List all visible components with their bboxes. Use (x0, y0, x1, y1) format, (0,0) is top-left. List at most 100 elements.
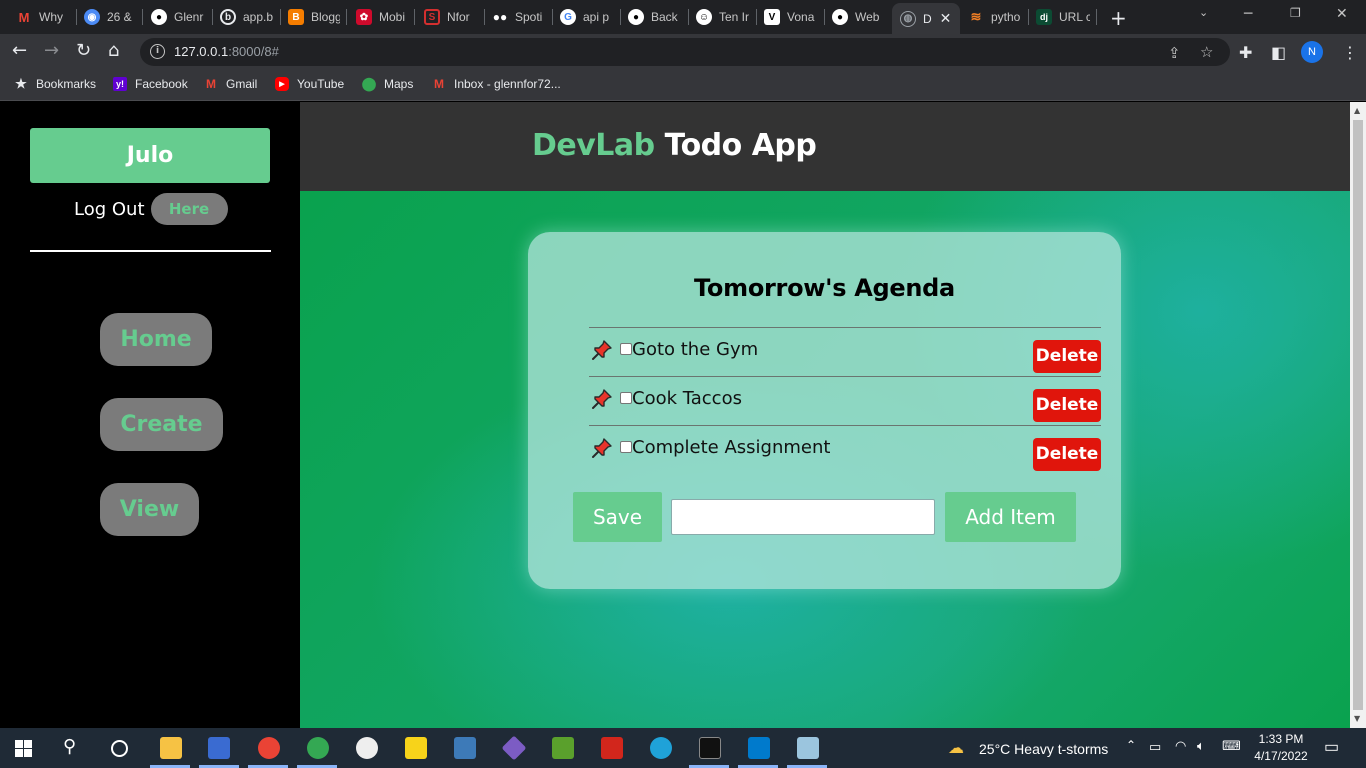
star-icon: ★ (15, 76, 27, 91)
close-tab-icon[interactable]: ✕ (940, 10, 952, 27)
tab-blogger[interactable]: B Blogg (288, 4, 340, 30)
devtools-app-icon[interactable] (208, 737, 230, 759)
nav-create-button[interactable]: Create (100, 398, 223, 451)
delete-button[interactable]: Delete (1033, 438, 1101, 471)
user-name-button[interactable]: Julo (30, 128, 270, 183)
sticky-notes-icon[interactable] (405, 737, 427, 759)
weather-text[interactable]: 25°C Heavy t-storms (979, 741, 1108, 757)
notepad-icon[interactable] (552, 737, 574, 759)
wifi-icon[interactable]: ◠ (1175, 738, 1186, 754)
vonage-icon: V (764, 9, 780, 25)
github-icon: ● (151, 9, 167, 25)
vscode-icon[interactable] (748, 737, 770, 759)
new-item-input[interactable] (671, 499, 935, 535)
tab-stackoverflow-python[interactable]: ≋ pytho (968, 4, 1024, 30)
bookmark-maps[interactable]: ⬤ Maps (362, 76, 414, 91)
page-scrollbar[interactable]: ▲ ▼ (1350, 102, 1366, 728)
bookmark-facebook[interactable]: y! Facebook (113, 77, 188, 91)
terminal-icon[interactable] (699, 737, 721, 759)
scroll-up-icon[interactable]: ▲ (1354, 106, 1360, 115)
add-item-button[interactable]: Add Item (945, 492, 1076, 542)
tab-github-glenn[interactable]: ● Glenr (151, 4, 207, 30)
bookmark-gmail[interactable]: M Gmail (204, 77, 257, 91)
tab-label: Spoti (515, 10, 543, 24)
address-bar[interactable]: i 127.0.0.1:8000/8# ⇪ ☆ (140, 38, 1230, 66)
edge-icon[interactable] (650, 737, 672, 759)
home-icon[interactable]: ⌂ (108, 42, 119, 60)
close-window-icon[interactable]: ✕ (1336, 6, 1348, 22)
new-tab-button[interactable]: + (1110, 6, 1127, 30)
site-info-icon[interactable]: i (150, 44, 165, 59)
tab-search-icon[interactable]: ⌄ (1199, 6, 1208, 19)
tab-huawei[interactable]: ✿ Mobi (356, 4, 408, 30)
bookmark-star-icon[interactable]: ☆ (1200, 43, 1213, 61)
logout-here-button[interactable]: Here (150, 193, 228, 225)
nav-view-button[interactable]: View (100, 483, 199, 536)
restore-icon[interactable]: ❐ (1290, 6, 1301, 20)
tab-26[interactable]: ◉ 26 & (84, 4, 136, 30)
scrollbar-thumb[interactable] (1353, 120, 1363, 710)
side-panel-icon[interactable]: ◧ (1271, 43, 1286, 62)
tab-app-b[interactable]: b app.b (220, 4, 274, 30)
extensions-icon[interactable]: ✚ (1239, 43, 1252, 62)
gmail-icon: M (206, 77, 216, 91)
share-icon[interactable]: ⇪ (1168, 44, 1181, 62)
app-window-icon[interactable] (797, 737, 819, 759)
stackoverflow-icon: ≋ (970, 9, 982, 24)
tab-github-web[interactable]: ● Web (832, 4, 886, 30)
forward-icon[interactable]: → (44, 42, 59, 60)
reload-icon[interactable]: ↻ (76, 42, 91, 60)
minimize-icon[interactable]: ─ (1244, 6, 1252, 22)
windows-taskbar: ⚲ ☁ 25°C Heavy t-storms ⌃ ▭ ◠ 🔈︎ ⌨ 1:33 … (0, 728, 1366, 768)
bookmark-youtube[interactable]: ▶ YouTube (275, 77, 344, 91)
cortana-icon[interactable] (111, 740, 128, 757)
tab-google-api[interactable]: G api p (560, 4, 614, 30)
tab-nforce[interactable]: S Nfor (424, 4, 476, 30)
chrome-profile-n-icon[interactable] (258, 737, 280, 759)
tab-label: Back (651, 10, 678, 24)
todo-checkbox[interactable] (620, 343, 632, 355)
weather-icon: ☁ (948, 740, 964, 757)
volume-icon[interactable]: 🔈︎ (1197, 738, 1205, 754)
logout-label: Log Out (74, 198, 145, 220)
clock-date[interactable]: 4/17/2022 (1250, 749, 1312, 763)
windows-start-icon[interactable] (15, 740, 32, 757)
show-hidden-icons[interactable]: ⌃ (1126, 738, 1136, 752)
python-icon[interactable] (454, 737, 476, 759)
tab-github-back[interactable]: ● Back (628, 4, 682, 30)
tab-gmail-why[interactable]: M Why (16, 4, 68, 30)
todo-text: Complete Assignment (632, 437, 831, 458)
save-button[interactable]: Save (573, 492, 662, 542)
bookmark-inbox[interactable]: M Inbox - glennfor72... (432, 77, 561, 91)
profile-avatar[interactable]: N (1301, 41, 1323, 63)
tab-django-url[interactable]: dj URL c (1036, 4, 1090, 30)
bookmark-bookmarks[interactable]: ★ Bookmarks (14, 76, 96, 91)
battery-icon[interactable]: ▭ (1149, 739, 1161, 755)
app-icon: ☺ (696, 9, 712, 25)
todo-checkbox[interactable] (620, 441, 632, 453)
scroll-down-icon[interactable]: ▼ (1354, 714, 1360, 723)
tab-label: Web (855, 10, 880, 24)
app-title: DevLab Todo App (532, 128, 817, 163)
menu-icon[interactable]: ⋮ (1342, 43, 1358, 62)
tab-vonage[interactable]: V Vona (764, 4, 818, 30)
url-text[interactable]: 127.0.0.1:8000/8# (174, 44, 279, 59)
delete-button[interactable]: Delete (1033, 340, 1101, 373)
todo-checkbox[interactable] (620, 392, 632, 404)
yin-yang-app-icon[interactable] (356, 737, 378, 759)
tab-spotify-medium[interactable]: ●● Spoti (492, 4, 544, 30)
clock-time[interactable]: 1:33 PM (1252, 732, 1310, 746)
chrome-profile-g-icon[interactable] (307, 737, 329, 759)
file-explorer-icon[interactable] (160, 737, 182, 759)
nav-home-button[interactable]: Home (100, 313, 212, 366)
django-icon: dj (1036, 9, 1052, 25)
keyboard-icon[interactable]: ⌨ (1222, 738, 1241, 754)
git-app-icon[interactable] (501, 735, 527, 761)
delete-button[interactable]: Delete (1033, 389, 1101, 422)
tab-active-devlab[interactable]: ◍ D ✕ (892, 3, 960, 34)
back-icon[interactable]: ← (12, 42, 27, 60)
acrobat-icon[interactable] (601, 737, 623, 759)
tab-ten[interactable]: ☺ Ten Ir (696, 4, 750, 30)
notifications-icon[interactable]: ▭ (1324, 737, 1339, 757)
search-icon[interactable]: ⚲ (63, 736, 76, 757)
